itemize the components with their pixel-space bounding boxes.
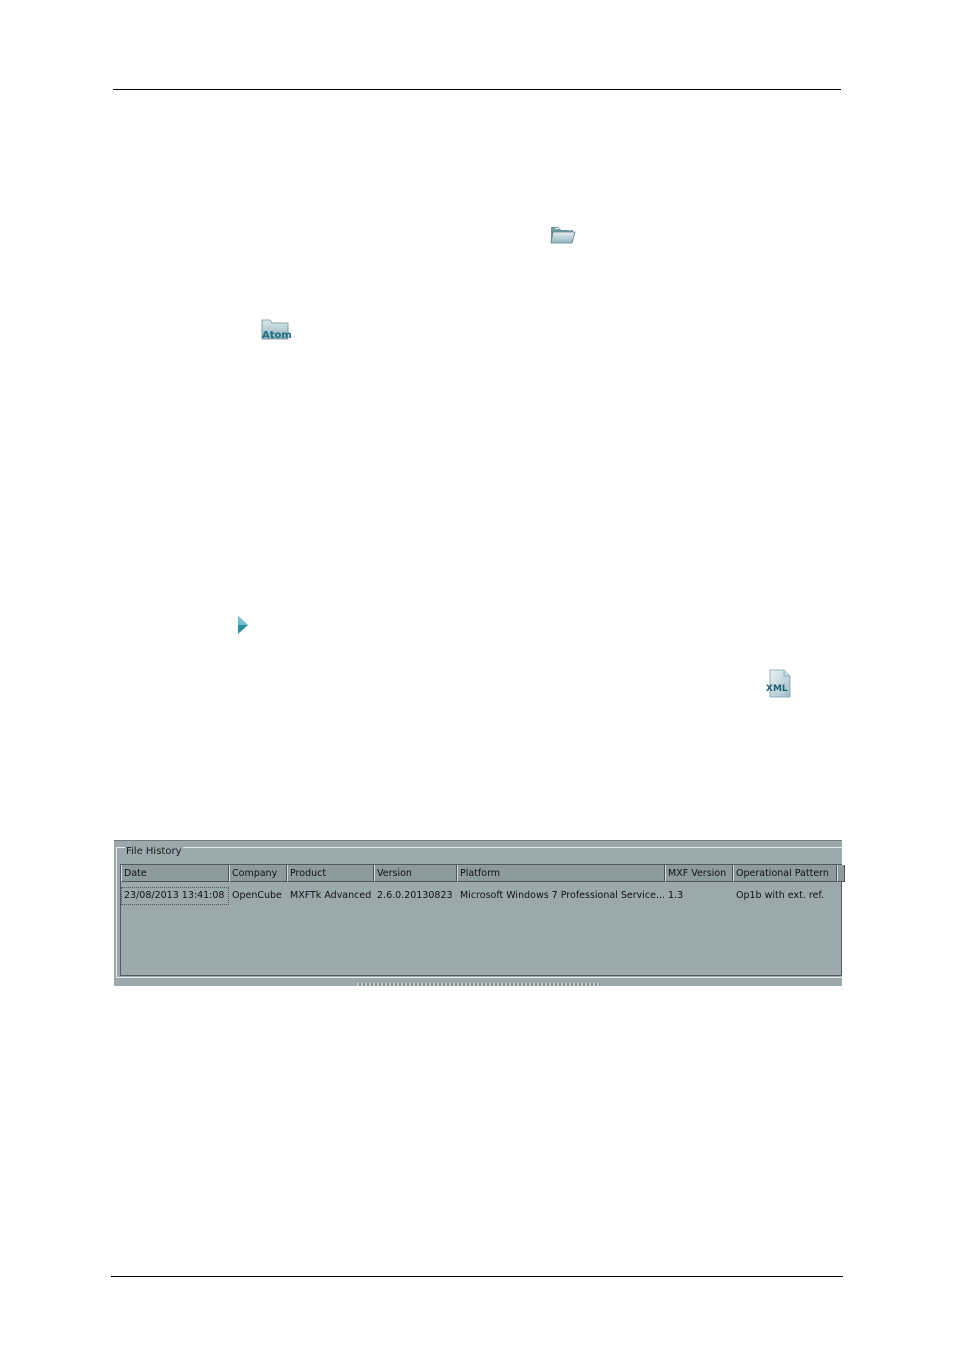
file-history-group: File History Date Company Product Versio… xyxy=(116,846,845,978)
column-header-product[interactable]: Product xyxy=(287,865,374,882)
file-history-panel: File History Date Company Product Versio… xyxy=(114,840,845,986)
cell-platform[interactable]: Microsoft Windows 7 Professional Service… xyxy=(457,887,665,905)
header-rule xyxy=(113,89,841,90)
cell-company[interactable]: OpenCube xyxy=(229,887,287,905)
file-history-title: File History xyxy=(125,846,183,858)
xml-file-icon: XML xyxy=(765,669,793,699)
cell-mxf-version[interactable]: 1.3 xyxy=(665,887,733,905)
play-arrow-icon xyxy=(237,615,249,635)
xml-label: XML xyxy=(766,684,788,694)
column-header-platform[interactable]: Platform xyxy=(457,865,665,882)
column-header-company[interactable]: Company xyxy=(229,865,287,882)
cell-version[interactable]: 2.6.0.20130823 xyxy=(374,887,457,905)
column-header-filler xyxy=(837,865,845,882)
column-header-version[interactable]: Version xyxy=(374,865,457,882)
footer-rule xyxy=(111,1276,843,1277)
column-header-date[interactable]: Date xyxy=(121,865,229,882)
column-header-operational-pattern[interactable]: Operational Pattern xyxy=(733,865,837,882)
file-history-table[interactable]: Date Company Product Version Platform MX… xyxy=(120,864,845,976)
cell-product[interactable]: MXFTk Advanced xyxy=(287,887,374,905)
column-header-mxf-version[interactable]: MXF Version xyxy=(665,865,733,882)
cell-date[interactable]: 23/08/2013 13:41:08 xyxy=(121,887,229,905)
atom-folder-icon: Atom xyxy=(260,317,292,343)
resize-grip[interactable] xyxy=(357,983,600,986)
cell-operational-pattern[interactable]: Op1b with ext. ref. xyxy=(733,887,837,905)
atom-label: Atom xyxy=(262,330,292,341)
open-folder-icon xyxy=(549,222,577,246)
